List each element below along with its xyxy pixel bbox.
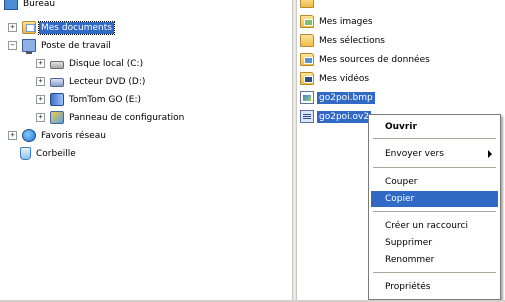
menu-item-properties[interactable]: Propriétés — [371, 279, 498, 295]
collapse-toggle[interactable]: − — [8, 41, 17, 50]
menu-item-cut[interactable]: Couper — [371, 174, 498, 190]
bmp-file-icon — [300, 91, 314, 104]
data-sources-folder-icon — [300, 53, 314, 66]
menu-separator — [373, 211, 496, 212]
ov2-file-icon — [300, 110, 314, 123]
file-item-label: Mes vidéos — [319, 73, 370, 84]
tree-item-label: Bureau — [23, 0, 56, 9]
expand-toggle[interactable]: + — [8, 23, 17, 32]
menu-item-label: Propriétés — [385, 282, 431, 292]
menu-separator — [373, 167, 496, 168]
desktop-icon — [4, 0, 18, 10]
file-item-go2poi-ov2[interactable]: go2poi.ov2 — [300, 109, 372, 124]
menu-item-delete[interactable]: Supprimer — [371, 235, 498, 251]
tree-item-control-panel[interactable]: + Panneau de configuration — [36, 110, 186, 125]
tree-item-network-places[interactable]: + Favoris réseau — [8, 128, 108, 143]
tree-item-label: Disque local (C:) — [69, 58, 144, 69]
my-documents-icon — [22, 21, 36, 34]
menu-item-rename[interactable]: Renommer — [371, 252, 498, 268]
folder-icon — [300, 0, 314, 8]
tree-item-my-computer[interactable]: − Poste de travail — [8, 38, 113, 54]
control-panel-icon — [50, 111, 64, 124]
tree-item-desktop[interactable]: Bureau — [4, 0, 57, 11]
expand-toggle[interactable]: + — [36, 95, 45, 104]
context-menu: Ouvrir Envoyer vers Couper Copier Créer … — [368, 114, 501, 300]
file-item-my-pictures[interactable]: Mes images — [300, 14, 375, 29]
file-item-label: go2poi.ov2 — [317, 110, 372, 123]
menu-item-label: Renommer — [385, 255, 435, 265]
my-videos-folder-icon — [300, 72, 314, 85]
tree-item-dvd-drive[interactable]: + Lecteur DVD (D:) — [36, 74, 147, 89]
file-item-partial[interactable] — [300, 0, 317, 9]
dvd-drive-icon — [50, 78, 64, 87]
expand-toggle[interactable]: + — [36, 113, 45, 122]
menu-item-label: Supprimer — [385, 238, 433, 248]
tree-item-label: Corbeille — [36, 148, 76, 159]
tree-item-tomtom[interactable]: + TomTom GO (E:) — [36, 92, 143, 107]
file-item-data-sources[interactable]: Mes sources de données — [300, 52, 432, 67]
file-item-go2poi-bmp[interactable]: go2poi.bmp — [300, 90, 375, 105]
file-item-my-selections[interactable]: Mes sélections — [300, 33, 387, 48]
menu-item-label: Créer un raccourci — [385, 221, 468, 231]
menu-item-label: Couper — [385, 177, 418, 187]
folder-icon — [300, 34, 314, 47]
tree-item-label: Panneau de configuration — [69, 112, 185, 123]
menu-item-label: Envoyer vers — [385, 149, 444, 159]
menu-item-open[interactable]: Ouvrir — [371, 119, 498, 135]
expand-toggle[interactable]: + — [36, 59, 45, 68]
tree-item-local-disk[interactable]: + Disque local (C:) — [36, 56, 145, 71]
recycle-bin-icon — [20, 147, 31, 160]
file-item-label: Mes images — [319, 16, 373, 27]
menu-item-send-to[interactable]: Envoyer vers — [371, 146, 498, 162]
tree-item-my-documents[interactable]: + Mes documents — [8, 20, 115, 35]
file-item-label: Mes sources de données — [319, 54, 430, 65]
submenu-arrow-icon — [488, 150, 492, 158]
tree-item-recycle-bin[interactable]: Corbeille — [20, 146, 78, 161]
tree-item-label: TomTom GO (E:) — [69, 94, 142, 105]
tree-item-label: Mes documents — [38, 20, 115, 35]
menu-item-copy[interactable]: Copier — [371, 191, 498, 207]
menu-separator — [373, 138, 496, 139]
folder-tree-pane[interactable]: Bureau + Mes documents − Poste de travai… — [0, 0, 293, 302]
expand-toggle[interactable]: + — [8, 131, 17, 140]
tree-item-label: Lecteur DVD (D:) — [69, 76, 146, 87]
my-pictures-folder-icon — [300, 15, 314, 28]
menu-item-label: Copier — [385, 194, 415, 204]
tree-item-label: Favoris réseau — [41, 130, 106, 141]
expand-toggle[interactable]: + — [36, 77, 45, 86]
computer-icon — [22, 39, 36, 54]
network-places-icon — [22, 129, 36, 142]
file-item-label: go2poi.bmp — [317, 91, 375, 104]
tree-item-label: Poste de travail — [41, 40, 111, 51]
local-disk-icon — [50, 61, 64, 69]
file-item-my-videos[interactable]: Mes vidéos — [300, 71, 371, 86]
tomtom-drive-icon — [50, 93, 64, 106]
menu-item-create-shortcut[interactable]: Créer un raccourci — [371, 218, 498, 234]
file-item-label: Mes sélections — [319, 35, 385, 46]
menu-separator — [373, 272, 496, 273]
menu-item-label: Ouvrir — [385, 122, 417, 132]
